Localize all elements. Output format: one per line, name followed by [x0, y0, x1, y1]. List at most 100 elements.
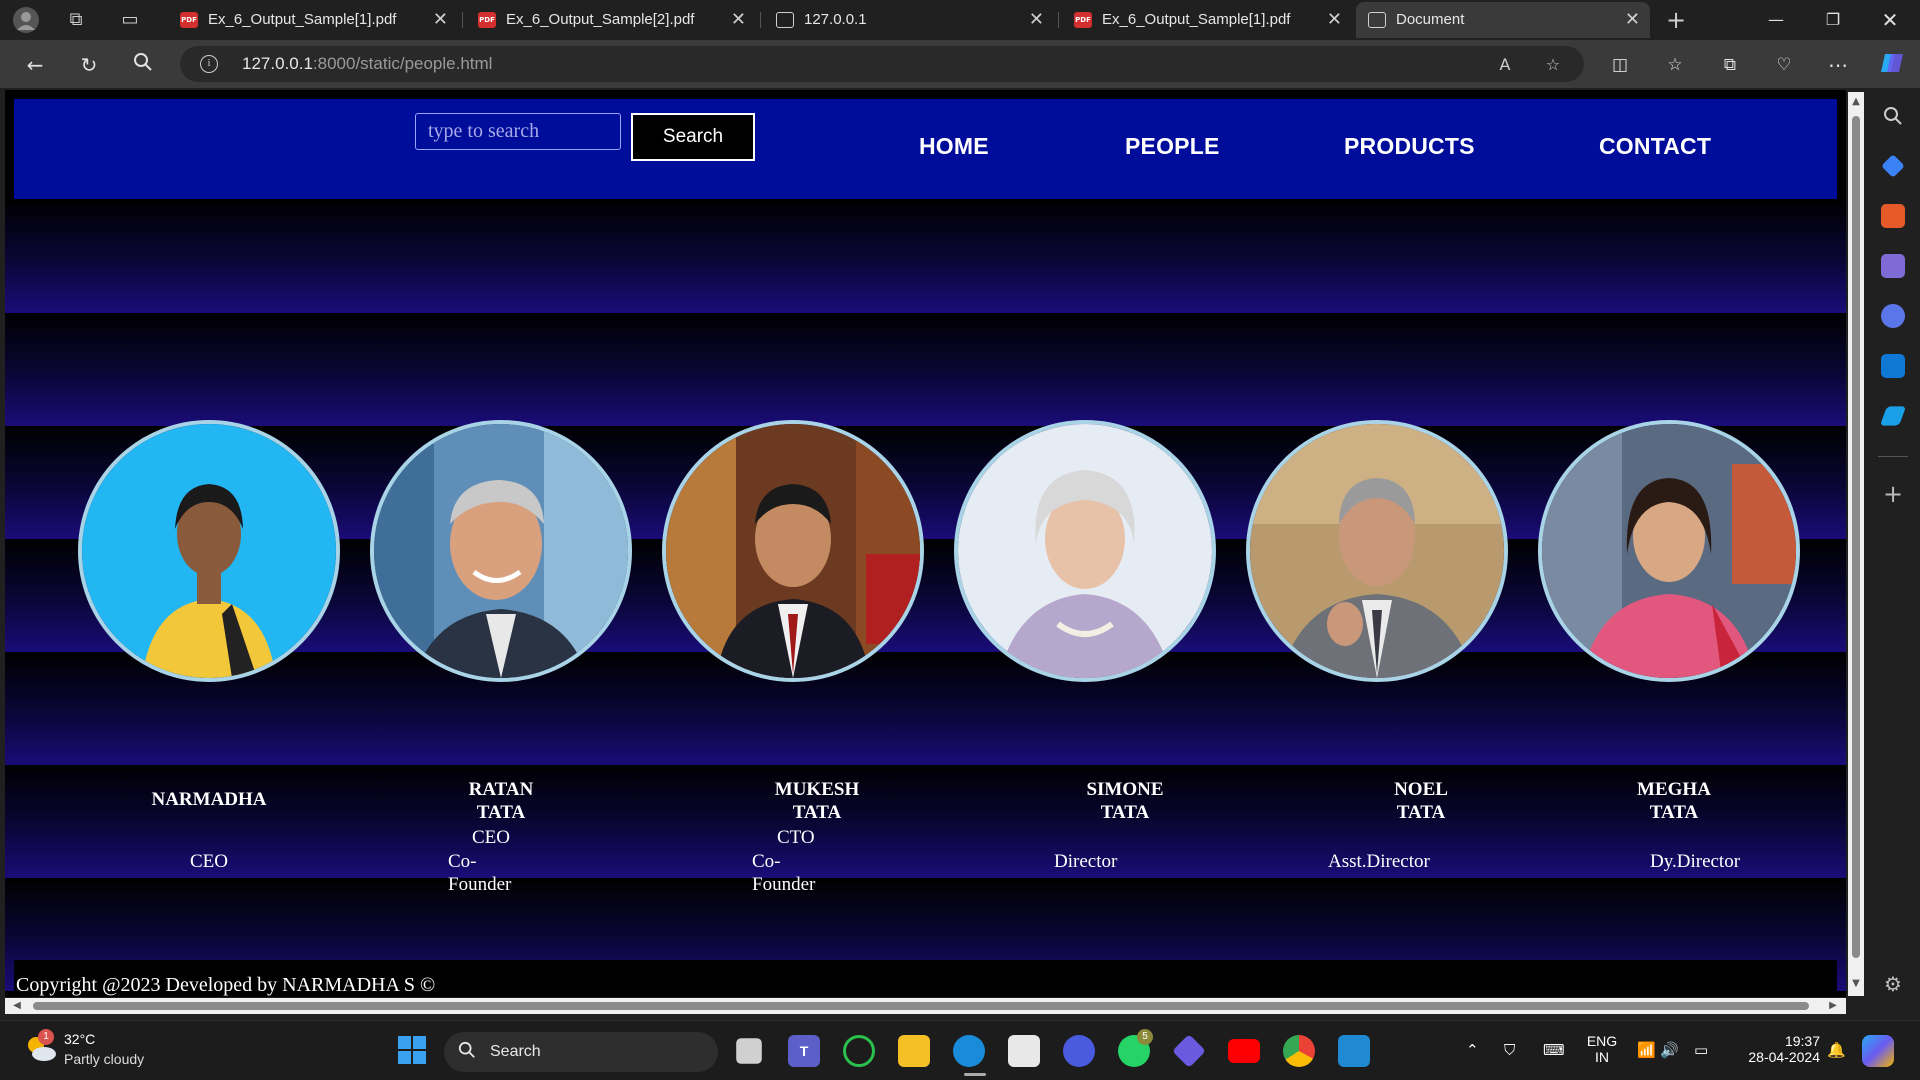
outlook-icon[interactable] — [1881, 354, 1905, 378]
minimize-button[interactable]: — — [1749, 0, 1803, 40]
collections-icon[interactable]: ⧉ — [1715, 50, 1745, 80]
nav-products[interactable]: PRODUCTS — [1344, 133, 1475, 160]
keyboard-icon[interactable]: ⌨ — [1543, 1041, 1565, 1059]
url-text[interactable]: 127.0.0.1:8000/static/people.html — [242, 46, 492, 82]
tab-localhost[interactable]: 127.0.0.1 ✕ — [764, 2, 1054, 38]
favorites-icon[interactable]: ☆ — [1660, 50, 1690, 80]
drop-send-icon[interactable] — [1879, 406, 1907, 426]
browser-tab-bar: ⧉ ▭ PDF Ex_6_Output_Sample[1].pdf ✕ PDF … — [0, 0, 1920, 40]
tab-document[interactable]: Document ✕ — [1356, 2, 1650, 38]
read-aloud-icon[interactable]: A — [1494, 54, 1516, 76]
person-photo — [662, 420, 924, 682]
vscode-icon[interactable] — [1338, 1035, 1370, 1067]
person-role-primary: CTO — [777, 827, 815, 848]
person-role: Dy.Director — [1650, 851, 1741, 872]
favorite-star-icon[interactable]: ☆ — [1542, 54, 1564, 76]
split-screen-icon[interactable]: ◫ — [1605, 50, 1635, 80]
show-hidden-icons-chevron[interactable]: ⌃ — [1466, 1041, 1479, 1059]
vertical-scroll-thumb[interactable] — [1852, 116, 1860, 958]
tab-title: 127.0.0.1 — [804, 11, 867, 28]
horizontal-scrollbar[interactable]: ◀ ▶ — [5, 998, 1846, 1014]
tab-separator — [1058, 12, 1059, 28]
nav-people[interactable]: PEOPLE — [1125, 133, 1220, 160]
search-input[interactable] — [415, 113, 621, 150]
chrome-icon[interactable] — [1283, 1035, 1315, 1067]
copilot-icon[interactable] — [1877, 50, 1907, 80]
person-role: Director — [1054, 851, 1118, 872]
edge-browser-icon[interactable] — [953, 1035, 985, 1067]
taskbar-search[interactable]: Search — [444, 1032, 718, 1072]
sidebar-search-icon[interactable] — [1881, 104, 1905, 128]
notifications-bell-icon[interactable]: 🔔 — [1827, 1041, 1846, 1059]
microsoft-365-icon[interactable] — [1881, 304, 1905, 328]
page-icon — [776, 12, 794, 28]
close-tab-icon[interactable]: ✕ — [731, 2, 746, 38]
file-explorer-icon[interactable] — [898, 1035, 930, 1067]
tab-pdf-2[interactable]: PDF Ex_6_Output_Sample[2].pdf ✕ — [466, 2, 756, 38]
tab-pdf-1[interactable]: PDF Ex_6_Output_Sample[1].pdf ✕ — [168, 2, 458, 38]
whatsapp-badge: 5 — [1137, 1029, 1153, 1045]
clock[interactable]: 19:37 28-04-2024 — [1730, 1033, 1820, 1065]
games-icon[interactable] — [1881, 254, 1905, 278]
workspaces-icon[interactable]: ⧉ — [62, 6, 90, 34]
maximize-button[interactable]: ❐ — [1806, 0, 1860, 40]
person-photo — [954, 420, 1216, 682]
task-view-icon[interactable] — [736, 1038, 762, 1064]
site-info-icon[interactable]: i — [200, 55, 218, 73]
youtube-icon[interactable] — [1228, 1039, 1260, 1063]
nav-home[interactable]: HOME — [919, 133, 989, 160]
add-sidebar-app-icon[interactable]: + — [1866, 480, 1920, 508]
person-photo — [1246, 420, 1508, 682]
close-tab-icon[interactable]: ✕ — [433, 2, 448, 38]
microsoft-store-icon[interactable] — [1008, 1035, 1040, 1067]
teams-icon[interactable]: T — [788, 1035, 820, 1067]
refresh-icon[interactable]: ↻ — [74, 50, 104, 80]
more-menu-icon[interactable]: ⋯ — [1823, 50, 1853, 80]
copilot-taskbar-icon[interactable] — [1862, 1035, 1894, 1067]
weather-temperature[interactable]: 32°C — [64, 1031, 95, 1047]
wifi-icon[interactable]: 📶 — [1637, 1041, 1656, 1059]
sidebar-settings-icon[interactable]: ⚙ — [1866, 972, 1920, 996]
language-indicator[interactable]: ENG IN — [1582, 1033, 1622, 1065]
shopping-tag-icon[interactable] — [1881, 154, 1905, 178]
close-tab-icon[interactable]: ✕ — [1327, 2, 1342, 38]
address-bar[interactable]: i 127.0.0.1:8000/static/people.html A ☆ — [180, 46, 1584, 82]
tab-actions-icon[interactable]: ▭ — [116, 6, 144, 34]
close-tab-icon[interactable]: ✕ — [1029, 2, 1044, 38]
browser-essentials-icon[interactable]: ♡ — [1769, 50, 1799, 80]
person-role-primary: CEO — [472, 827, 510, 848]
weather-icon[interactable]: 1 — [24, 1029, 58, 1063]
horizontal-scroll-thumb[interactable] — [33, 1002, 1809, 1010]
pdf-icon: PDF — [478, 12, 496, 28]
tab-title: Document — [1396, 11, 1465, 28]
footer-text: Copyright @2023 Developed by NARMADHA S … — [16, 974, 436, 996]
weather-description[interactable]: Partly cloudy — [64, 1051, 144, 1067]
pdf-icon: PDF — [180, 12, 198, 28]
close-tab-icon[interactable]: ✕ — [1625, 2, 1640, 38]
scroll-left-icon[interactable]: ◀ — [9, 998, 25, 1014]
arc-app-icon[interactable] — [1063, 1035, 1095, 1067]
battery-icon[interactable]: ▭ — [1694, 1041, 1708, 1059]
scroll-right-icon[interactable]: ▶ — [1825, 998, 1841, 1014]
sidebar-divider — [1878, 456, 1908, 457]
tools-icon[interactable] — [1881, 204, 1905, 228]
vertical-scrollbar[interactable]: ▲ ▼ — [1848, 92, 1864, 996]
person-role: Co- Founder — [752, 851, 816, 895]
page-viewport: Search HOME PEOPLE PRODUCTS CONTACT NARM… — [5, 90, 1846, 997]
start-windows-icon[interactable] — [396, 1035, 428, 1067]
close-window-button[interactable]: ✕ — [1863, 0, 1917, 40]
profile-avatar-icon[interactable] — [12, 6, 40, 34]
nav-contact[interactable]: CONTACT — [1599, 133, 1711, 160]
scroll-up-icon[interactable]: ▲ — [1848, 96, 1864, 107]
search-button[interactable]: Search — [631, 113, 755, 161]
edge-sidebar: + ⚙ — [1866, 88, 1920, 1020]
new-tab-icon[interactable]: + — [1662, 6, 1690, 34]
copilot-app-icon[interactable] — [1172, 1034, 1206, 1068]
security-icon[interactable]: ⛉ — [1504, 1041, 1515, 1059]
circular-app-icon[interactable] — [843, 1035, 875, 1067]
back-icon[interactable]: ← — [20, 50, 50, 80]
tab-pdf-3[interactable]: PDF Ex_6_Output_Sample[1].pdf ✕ — [1062, 2, 1352, 38]
volume-icon[interactable]: 🔊 — [1660, 1041, 1679, 1059]
scroll-down-icon[interactable]: ▼ — [1848, 978, 1864, 989]
search-icon[interactable] — [128, 50, 158, 80]
